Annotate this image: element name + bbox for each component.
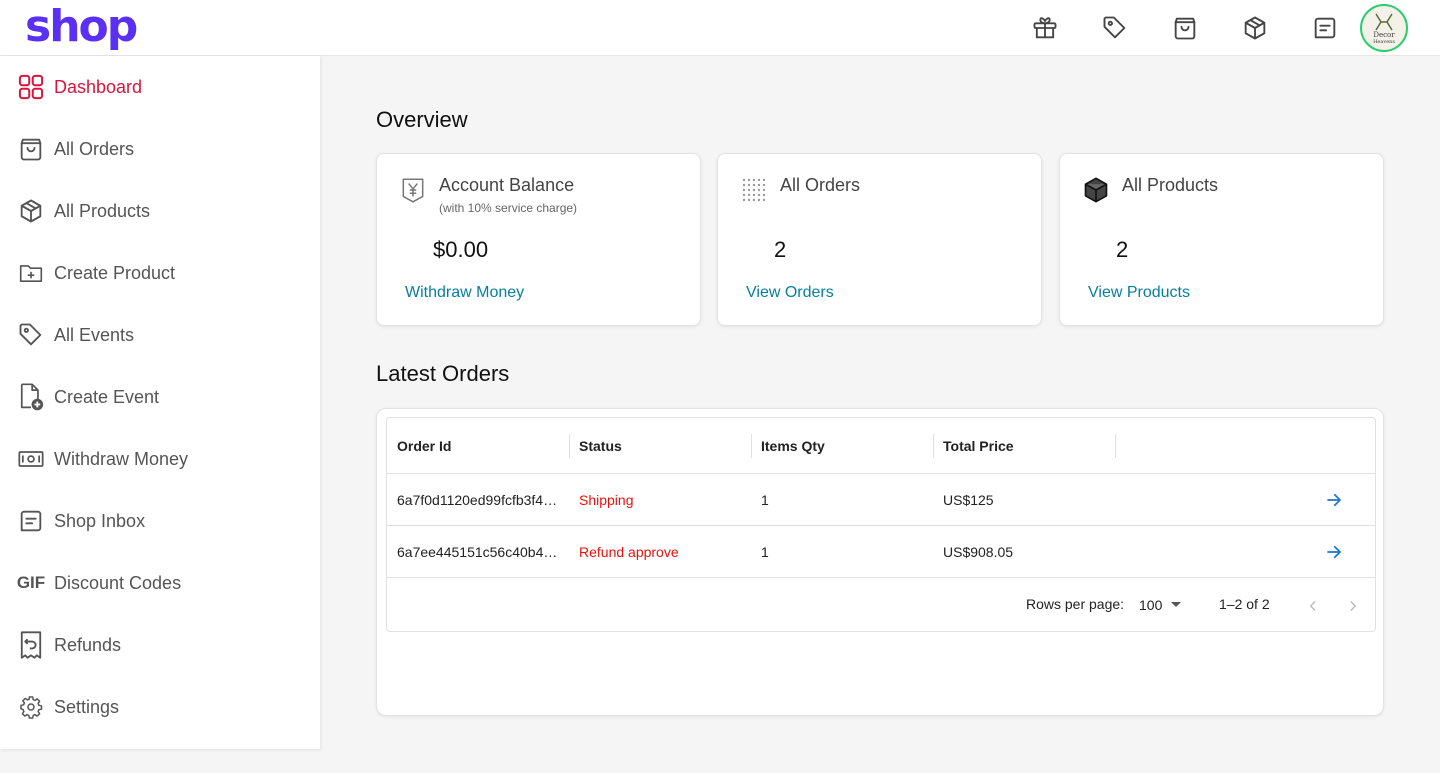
- sidebar-item-all-products[interactable]: All Products: [16, 191, 306, 231]
- arrow-right-icon[interactable]: [1322, 540, 1346, 564]
- gif-icon: GIF: [16, 568, 46, 598]
- rows-per-page-select[interactable]: 100: [1139, 594, 1187, 616]
- tag-icon[interactable]: [1099, 12, 1131, 44]
- total-price-cell: US$125: [943, 492, 994, 508]
- shop-logo[interactable]: shop: [25, 2, 138, 52]
- gift-icon[interactable]: [1029, 12, 1061, 44]
- orders-table: Order Id Status Items Qty Total Price 6a…: [386, 417, 1376, 632]
- rows-per-page-label: Rows per page:: [1026, 596, 1125, 612]
- top-bar: shop Decor Heavens: [0, 0, 1440, 56]
- column-header-total-price[interactable]: Total Price: [943, 418, 1014, 474]
- box-icon: [1082, 176, 1110, 204]
- message-icon: [16, 506, 46, 536]
- file-plus-icon: [16, 382, 46, 412]
- sidebar-item-all-events[interactable]: All Events: [16, 315, 306, 355]
- sidebar-item-label: Withdraw Money: [54, 448, 189, 469]
- avatar-emblem-icon: [1375, 13, 1393, 30]
- shopping-bag-icon: [16, 134, 46, 164]
- dashboard-icon: [16, 72, 46, 102]
- latest-orders-panel: Order Id Status Items Qty Total Price 6a…: [376, 408, 1384, 716]
- status-cell: Refund approve: [579, 544, 679, 560]
- column-header-status[interactable]: Status: [579, 418, 622, 474]
- items-qty-cell: 1: [761, 544, 769, 560]
- yen-icon: [399, 176, 427, 204]
- cash-icon: [16, 444, 46, 474]
- table-row[interactable]: 6a7f0d1120ed99fcfb3f4… Shipping 1 US$125: [387, 474, 1375, 526]
- sidebar-item-withdraw-money[interactable]: Withdraw Money: [16, 439, 306, 479]
- overview-title: Overview: [376, 107, 468, 132]
- avatar-text-line1: Decor: [1373, 30, 1395, 39]
- latest-orders-title: Latest Orders: [376, 361, 510, 386]
- package-icon: [16, 196, 46, 226]
- sidebar-item-all-orders[interactable]: All Orders: [16, 129, 306, 169]
- sidebar-item-discount-codes[interactable]: GIF Discount Codes: [16, 563, 306, 603]
- sidebar-item-label: All Events: [54, 324, 135, 345]
- card-subtitle: (with 10% service charge): [439, 201, 578, 215]
- sidebar-item-label: All Orders: [54, 138, 135, 159]
- package-icon[interactable]: [1239, 12, 1271, 44]
- view-orders-link[interactable]: View Orders: [746, 284, 834, 302]
- sidebar-item-label: Settings: [54, 696, 120, 717]
- shopping-bag-icon[interactable]: [1169, 12, 1201, 44]
- view-products-link[interactable]: View Products: [1088, 284, 1190, 302]
- account-balance-value: $0.00: [433, 237, 489, 262]
- card-title: Account Balance: [439, 175, 575, 195]
- avatar[interactable]: Decor Heavens: [1360, 4, 1408, 52]
- tag-icon: [16, 320, 46, 350]
- sidebar-item-shop-inbox[interactable]: Shop Inbox: [16, 501, 306, 541]
- items-qty-cell: 1: [761, 492, 769, 508]
- caret-down-icon: [1170, 601, 1182, 609]
- sidebar: Dashboard All Orders All Products Create…: [0, 56, 320, 749]
- column-separator[interactable]: [569, 434, 570, 458]
- dot-grid-icon: [740, 176, 768, 204]
- card-title: All Orders: [780, 175, 861, 195]
- sidebar-item-label: Refunds: [54, 634, 122, 655]
- message-icon[interactable]: [1309, 12, 1341, 44]
- total-price-cell: US$908.05: [943, 544, 1014, 560]
- avatar-text-line2: Heavens: [1373, 38, 1395, 45]
- sidebar-item-settings[interactable]: Settings: [16, 687, 306, 727]
- next-page-icon[interactable]: [1341, 594, 1365, 618]
- sidebar-item-label: Create Product: [54, 262, 176, 283]
- account-balance-card: Account Balance (with 10% service charge…: [376, 153, 701, 326]
- table-header: Order Id Status Items Qty Total Price: [387, 418, 1375, 474]
- sidebar-item-label: Discount Codes: [54, 572, 182, 593]
- table-row[interactable]: 6a7ee445151c56c40b4… Refund approve 1 US…: [387, 526, 1375, 578]
- column-separator[interactable]: [751, 434, 752, 458]
- column-header-items-qty[interactable]: Items Qty: [761, 418, 825, 474]
- withdraw-money-link[interactable]: Withdraw Money: [405, 284, 524, 302]
- sidebar-item-create-event[interactable]: Create Event: [16, 377, 306, 417]
- sidebar-item-refunds[interactable]: Refunds: [16, 625, 306, 665]
- sidebar-item-create-product[interactable]: Create Product: [16, 253, 306, 293]
- status-cell: Shipping: [579, 492, 634, 508]
- folder-plus-icon: [16, 258, 46, 288]
- card-title: All Products: [1122, 175, 1219, 195]
- sidebar-item-label: All Products: [54, 200, 151, 221]
- all-orders-value: 2: [774, 237, 787, 262]
- order-id-cell: 6a7ee445151c56c40b4…: [397, 544, 558, 560]
- pagination-range: 1–2 of 2: [1219, 596, 1270, 612]
- order-id-cell: 6a7f0d1120ed99fcfb3f4…: [397, 492, 558, 508]
- sidebar-item-label: Shop Inbox: [54, 510, 146, 531]
- column-separator[interactable]: [1115, 434, 1116, 458]
- arrow-right-icon[interactable]: [1322, 488, 1346, 512]
- rows-per-page-value: 100: [1139, 597, 1163, 613]
- all-products-card: All Products 2 View Products: [1059, 153, 1384, 326]
- sidebar-item-label: Create Event: [54, 386, 160, 407]
- column-header-order-id[interactable]: Order Id: [397, 418, 451, 474]
- previous-page-icon[interactable]: [1301, 594, 1325, 618]
- gif-icon-text: GIF: [16, 573, 46, 592]
- sidebar-item-dashboard[interactable]: Dashboard: [16, 67, 306, 107]
- receipt-refund-icon: [16, 630, 46, 660]
- column-separator[interactable]: [933, 434, 934, 458]
- all-products-value: 2: [1116, 237, 1129, 262]
- gear-icon: [16, 692, 46, 722]
- all-orders-card: All Orders 2 View Orders: [717, 153, 1042, 326]
- sidebar-item-label: Dashboard: [54, 76, 143, 97]
